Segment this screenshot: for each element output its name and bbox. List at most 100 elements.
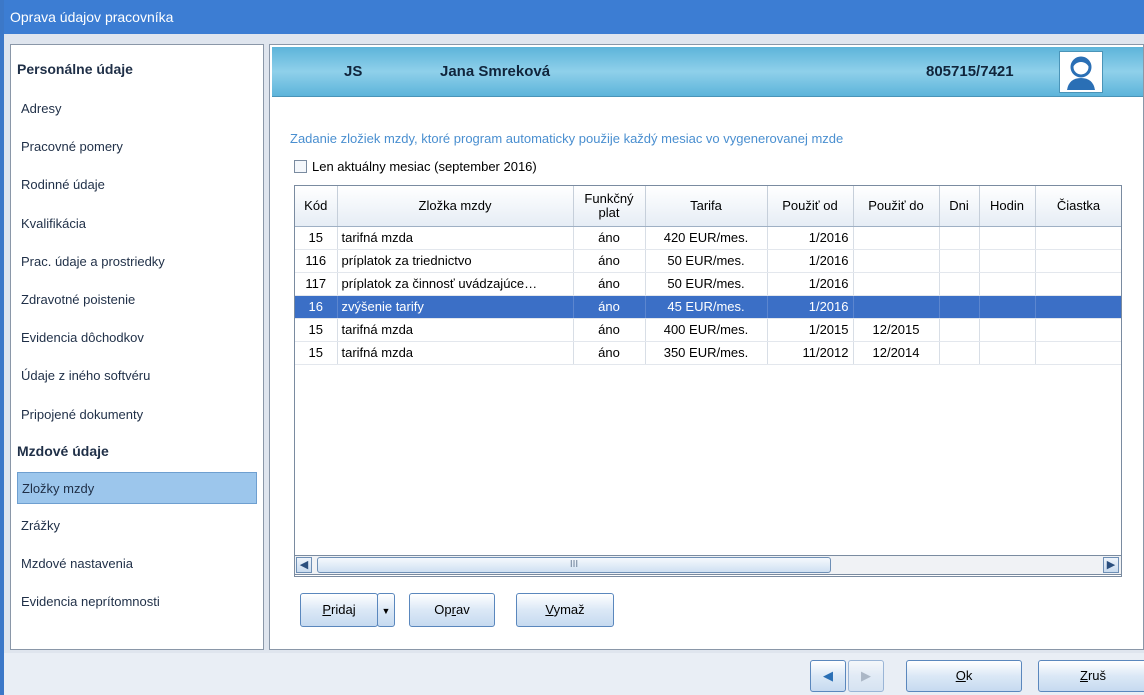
sidebar-item-evidencia-nepr-tomnosti[interactable]: Evidencia neprítomnosti xyxy=(17,586,257,618)
column-header[interactable]: Kód xyxy=(295,186,338,227)
previous-record-button[interactable]: ◀ xyxy=(810,660,846,692)
table-cell: áno xyxy=(573,272,646,296)
sidebar-item-prac-daje-a-prostriedky[interactable]: Prac. údaje a prostriedky xyxy=(17,246,257,278)
sidebar-item--daje-z-in-ho-softv-ru[interactable]: Údaje z iného softvéru xyxy=(17,360,257,392)
employee-birth-number: 805715/7421 xyxy=(926,63,1014,80)
ok-button[interactable]: Ok xyxy=(906,660,1022,692)
dialog-window: Oprava údajov pracovníka Personálne údaj… xyxy=(0,0,1144,695)
sidebar-item-evidencia-d-chodkov[interactable]: Evidencia dôchodkov xyxy=(17,322,257,354)
next-record-button[interactable]: ▶ xyxy=(848,660,884,692)
table-cell xyxy=(939,249,980,273)
column-header[interactable]: Funkčný plat xyxy=(573,186,646,227)
table-cell: 12/2014 xyxy=(853,341,940,365)
table-cell: 15 xyxy=(295,226,338,250)
employee-name: Jana Smreková xyxy=(440,63,551,80)
table-header-row: Kód Zložka mzdy Funkčný plat Tarifa Použiť o… xyxy=(295,186,1121,227)
table-cell: 15 xyxy=(295,318,338,342)
table-cell xyxy=(979,318,1036,342)
table-cell xyxy=(853,295,940,319)
table-cell: 15 xyxy=(295,341,338,365)
table-cell: 1/2016 xyxy=(767,295,854,319)
table-cell xyxy=(939,341,980,365)
table-cell: 1/2016 xyxy=(767,249,854,273)
table-cell: áno xyxy=(573,295,646,319)
chevron-down-icon: ▼ xyxy=(381,606,391,616)
salary-components-table: Kód Zložka mzdy Funkčný plat Tarifa Použiť o… xyxy=(294,185,1122,577)
checkbox-label: Len aktuálny mesiac (september 2016) xyxy=(312,159,537,174)
sidebar-item-kvalifik-cia[interactable]: Kvalifikácia xyxy=(17,208,257,240)
scroll-left-icon[interactable]: ◀ xyxy=(296,557,312,573)
column-header[interactable]: Použiť do xyxy=(853,186,940,227)
table-cell: 16 xyxy=(295,295,338,319)
arrow-left-icon: ◀ xyxy=(823,668,833,683)
column-header[interactable]: Dni xyxy=(939,186,980,227)
table-cell xyxy=(979,272,1036,296)
cancel-button[interactable]: Zruš xyxy=(1038,660,1144,692)
table-cell xyxy=(939,295,980,319)
sidebar-item-pracovn-pomery[interactable]: Pracovné pomery xyxy=(17,131,257,163)
table-cell: príplatok za činnosť uvádzajúce… xyxy=(337,272,574,296)
table-row[interactable]: 15 tarifná mzda áno 400 EUR/mes. 1/2015 12/20… xyxy=(295,318,1121,342)
table-cell xyxy=(979,249,1036,273)
table-cell: áno xyxy=(573,249,646,273)
table-row[interactable]: 116 príplatok za triednictvo áno 50 EUR/mes… xyxy=(295,249,1121,273)
table-row[interactable]: 117 príplatok za činnosť uvádzajúce… áno 50… xyxy=(295,272,1121,296)
column-header[interactable]: Čiastka xyxy=(1035,186,1121,227)
horizontal-scrollbar[interactable]: ◀ III ▶ xyxy=(294,555,1122,575)
table-cell xyxy=(939,318,980,342)
table-cell: 11/2012 xyxy=(767,341,854,365)
table-cell: 50 EUR/mes. xyxy=(645,249,768,273)
table-cell xyxy=(979,341,1036,365)
sidebar-item-pripojen-dokumenty[interactable]: Pripojené dokumenty xyxy=(17,399,257,431)
table-cell: tarifná mzda xyxy=(337,226,574,250)
table-cell: príplatok za triednictvo xyxy=(337,249,574,273)
sidebar-item-mzdov-nastavenia[interactable]: Mzdové nastavenia xyxy=(17,548,257,580)
table-cell: 12/2015 xyxy=(853,318,940,342)
sidebar-section-title: Personálne údaje xyxy=(17,61,133,77)
table-cell xyxy=(1035,341,1121,365)
table-cell xyxy=(1035,318,1121,342)
table-cell xyxy=(853,226,940,250)
window-title: Oprava údajov pracovníka xyxy=(4,0,1144,34)
delete-button[interactable]: Vymaž xyxy=(516,593,614,627)
main-panel: JS Jana Smreková 805715/7421 Zadanie zlo… xyxy=(269,44,1144,650)
table-cell: 116 xyxy=(295,249,338,273)
table-cell xyxy=(853,272,940,296)
edit-button[interactable]: Oprav xyxy=(409,593,495,627)
add-dropdown-button[interactable]: ▼ xyxy=(377,593,395,627)
table-cell xyxy=(1035,226,1121,250)
table-cell: 50 EUR/mes. xyxy=(645,272,768,296)
table-cell: 400 EUR/mes. xyxy=(645,318,768,342)
checkbox-box[interactable] xyxy=(294,160,307,173)
table-row[interactable]: 15 tarifná mzda áno 350 EUR/mes. 11/2012 12/2… xyxy=(295,341,1121,365)
scroll-thumb[interactable]: III xyxy=(317,557,831,573)
table-row[interactable]: 15 tarifná mzda áno 420 EUR/mes. 1/2016 xyxy=(295,226,1121,250)
employee-initials: JS xyxy=(344,63,363,80)
add-button[interactable]: Pridaj xyxy=(300,593,378,627)
arrow-right-icon: ▶ xyxy=(861,668,871,683)
sidebar-item-adresy[interactable]: Adresy xyxy=(17,93,257,125)
sidebar: Personálne údaje Adresy Pracovné pomery Rod… xyxy=(10,44,264,650)
table-cell: áno xyxy=(573,226,646,250)
table-cell: 350 EUR/mes. xyxy=(645,341,768,365)
column-header[interactable]: Zložka mzdy xyxy=(337,186,574,227)
sidebar-item-zr-ky[interactable]: Zrážky xyxy=(17,510,257,542)
table-cell: tarifná mzda xyxy=(337,318,574,342)
table-cell xyxy=(853,249,940,273)
table-row[interactable]: 16 zvýšenie tarify áno 45 EUR/mes. 1/2016 xyxy=(295,295,1121,319)
scroll-right-icon[interactable]: ▶ xyxy=(1103,557,1119,573)
dialog-content: Personálne údaje Adresy Pracovné pomery Rod… xyxy=(4,34,1144,653)
sidebar-item-zlo-ky-mzdy[interactable]: Zložky mzdy xyxy=(17,472,257,504)
sidebar-item-zdravotn-poistenie[interactable]: Zdravotné poistenie xyxy=(17,284,257,316)
employee-header: JS Jana Smreková 805715/7421 xyxy=(272,47,1143,97)
column-header[interactable]: Použiť od xyxy=(767,186,854,227)
person-avatar-icon xyxy=(1059,51,1103,93)
sidebar-section-title: Mzdové údaje xyxy=(17,443,109,459)
table-cell: zvýšenie tarify xyxy=(337,295,574,319)
column-header[interactable]: Tarifa xyxy=(645,186,768,227)
table-cell xyxy=(979,295,1036,319)
column-header[interactable]: Hodin xyxy=(979,186,1036,227)
table-cell: áno xyxy=(573,341,646,365)
table-cell xyxy=(1035,295,1121,319)
sidebar-item-rodinn-daje[interactable]: Rodinné údaje xyxy=(17,169,257,201)
